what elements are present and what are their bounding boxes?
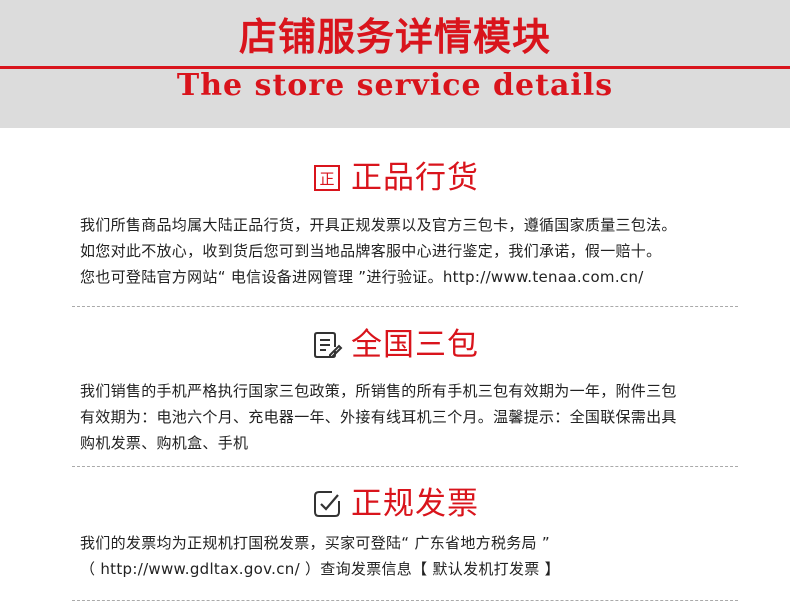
section-genuine-title: 正品行货 <box>351 160 479 196</box>
genuine-seal-icon: 正 <box>311 162 343 194</box>
section-divider <box>72 600 738 601</box>
body-line: 有效期为：电池六个月、充电器一年、外接有线耳机三个月。温馨提示：全国联保需出具 <box>80 408 677 426</box>
section-warranty-title: 全国三包 <box>351 327 479 363</box>
body-line: 您也可登陆官方网站“ 电信设备进网管理 ”进行验证。http://www.ten… <box>80 268 644 286</box>
section-genuine-header: 正 正品行货 <box>0 156 790 200</box>
check-box-icon <box>311 488 343 520</box>
body-line: （ http://www.gdltax.gov.cn/ ）查询发票信息【 默认发… <box>80 560 560 578</box>
svg-text:正: 正 <box>319 170 334 188</box>
document-edit-icon <box>311 329 343 361</box>
body-line: 购机发票、购机盒、手机 <box>80 434 249 452</box>
section-warranty-header: 全国三包 <box>0 323 790 367</box>
body-line: 我们销售的手机严格执行国家三包政策，所销售的所有手机三包有效期为一年，附件三包 <box>80 382 677 400</box>
page-subtitle: The store service details <box>176 68 614 103</box>
section-divider <box>72 466 738 467</box>
page-title: 店铺服务详情模块 <box>238 15 551 59</box>
body-line: 我们所售商品均属大陆正品行货，开具正规发票以及官方三包卡，遵循国家质量三包法。 <box>80 216 677 234</box>
section-invoice-body: 我们的发票均为正规机打国税发票，买家可登陆“ 广东省地方税务局 ” （ http… <box>80 530 730 582</box>
body-line: 我们的发票均为正规机打国税发票，买家可登陆“ 广东省地方税务局 ” <box>80 534 550 552</box>
section-genuine-body: 我们所售商品均属大陆正品行货，开具正规发票以及官方三包卡，遵循国家质量三包法。 … <box>80 212 730 290</box>
page-header: 店铺服务详情模块 The store service details <box>0 0 790 128</box>
section-invoice-header: 正规发票 <box>0 482 790 526</box>
section-warranty-body: 我们销售的手机严格执行国家三包政策，所销售的所有手机三包有效期为一年，附件三包 … <box>80 378 730 456</box>
body-line: 如您对此不放心，收到货后您可到当地品牌客服中心进行鉴定，我们承诺，假一赔十。 <box>80 242 662 260</box>
section-invoice-title: 正规发票 <box>351 486 479 522</box>
section-divider <box>72 306 738 307</box>
